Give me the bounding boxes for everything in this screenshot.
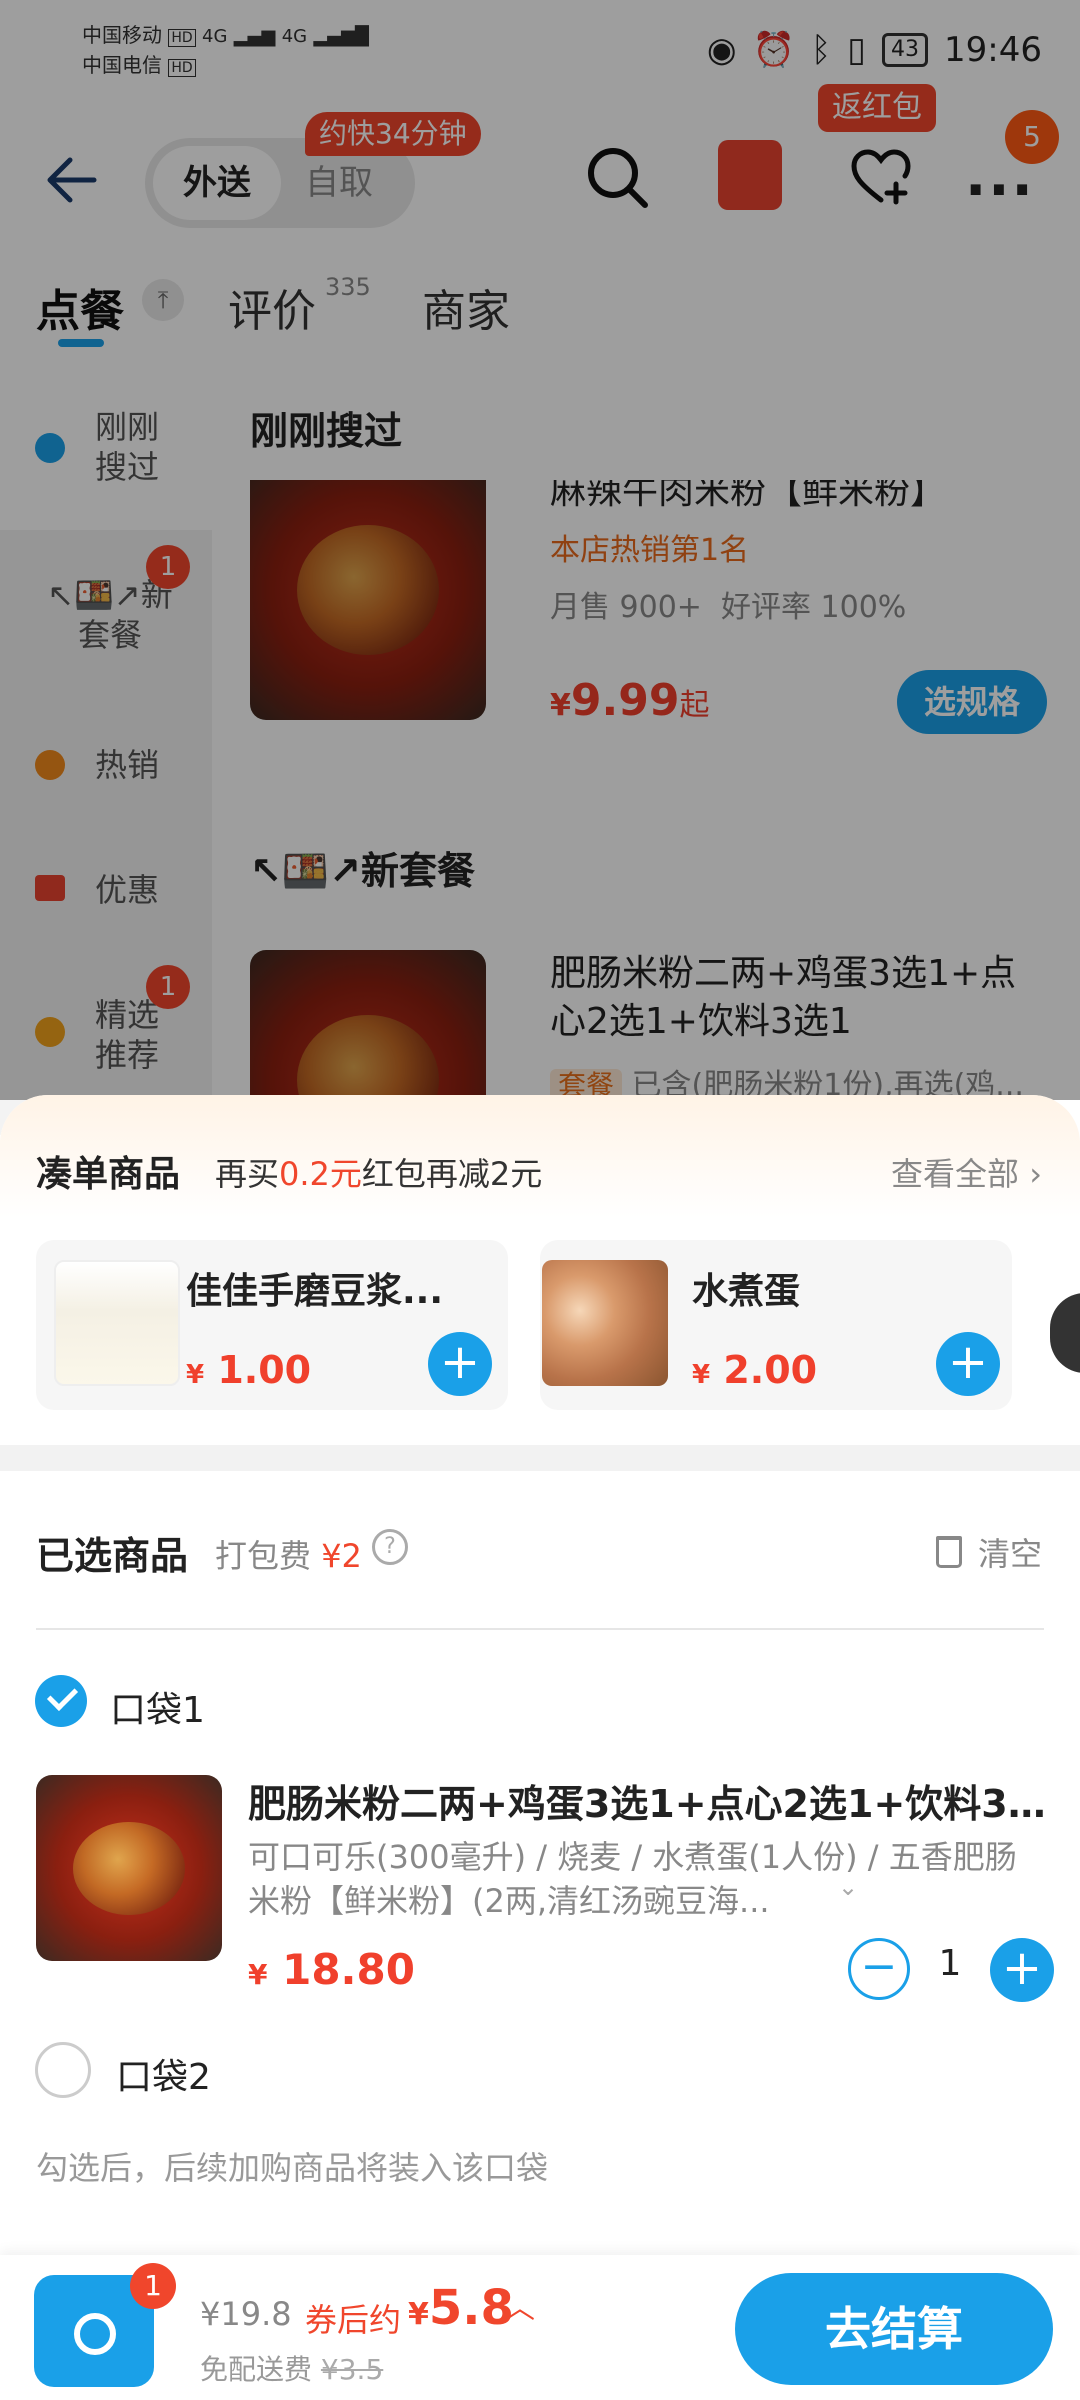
boiled-egg-image [542,1260,668,1386]
divider [36,1628,1044,1630]
add-addon-button[interactable]: + [936,1332,1000,1396]
decrease-quantity-button[interactable]: − [848,1938,910,2000]
original-total: ¥19.8 [200,2295,292,2333]
cart-item-name: 肥肠米粉二两+鸡蛋3选1+点心2选1+饮料3... [248,1782,1048,1826]
addon-price: ¥ 1.00 [186,1348,312,1392]
checkout-button[interactable]: 去结算 [735,2273,1053,2385]
bag2-checkbox[interactable] [35,2042,91,2098]
cart-item-spec[interactable]: 可口可乐(300毫升) / 烧麦 / 水煮蛋(1人份) / 五香肥肠米粉【鲜米粉… [248,1835,1028,1923]
addon-title: 凑单商品 [36,1154,181,1195]
quantity-value: 1 [938,1943,962,1984]
addon-card[interactable]: 水煮蛋 ¥ 2.00 + [540,1240,1012,1410]
checkout-bar: 1 ¥19.8 券后约 ¥5.8 ︿ 免配送费 ¥3.5 去结算 [0,2255,1080,2400]
cart-count-badge: 1 [130,2263,176,2309]
final-price[interactable]: ¥5.8 [408,2280,514,2336]
e-logo-icon [74,2313,116,2355]
chevron-right-icon: › [1029,1155,1042,1193]
addon-name: 佳佳手磨豆浆... [186,1271,444,1312]
delivery-fee: 免配送费 ¥3.5 [200,2353,384,2386]
bag2-label: 口袋2 [116,2057,211,2098]
after-coupon-label: 券后约 [305,2301,402,2339]
chevron-up-icon[interactable]: ︿ [505,2283,535,2327]
view-all-link[interactable]: 查看全部 › [891,1149,1042,1195]
cart-item-price: ¥ 18.80 [248,1945,415,1994]
section-separator [0,1445,1080,1471]
addon-price: ¥ 2.00 [692,1348,818,1392]
bag1-checkbox[interactable] [35,1675,87,1727]
cart-sheet: 凑单商品 再买0.2元红包再减2元 查看全部 › 佳佳手磨豆浆... ¥ 1.0… [0,1095,1080,2400]
help-icon[interactable]: ? [372,1529,408,1565]
chevron-down-icon[interactable]: ⌄ [838,1873,858,1901]
selected-title: 已选商品 [36,1534,189,1578]
bag1-label: 口袋1 [110,1690,205,1731]
clear-button[interactable]: 清空 [935,1529,1042,1575]
soy-milk-image [54,1260,180,1386]
dim-overlay[interactable] [0,0,1080,1100]
trash-icon [935,1536,962,1568]
addon-card[interactable]: 佳佳手磨豆浆... ¥ 1.00 + [36,1240,508,1410]
packing-fee: 打包费 ¥2 [215,1537,362,1575]
increase-quantity-button[interactable]: + [990,1938,1054,2002]
addon-subtitle: 再买0.2元红包再减2元 [215,1155,543,1193]
addon-panel: 凑单商品 再买0.2元红包再减2元 查看全部 › 佳佳手磨豆浆... ¥ 1.0… [0,1095,1080,1445]
add-addon-button[interactable]: + [428,1332,492,1396]
bag-hint: 勾选后，后续加购商品将装入该口袋 [36,2149,549,2187]
addon-card-peek[interactable] [1050,1293,1080,1373]
addon-name: 水煮蛋 [692,1271,801,1312]
cart-item-image [36,1775,222,1961]
